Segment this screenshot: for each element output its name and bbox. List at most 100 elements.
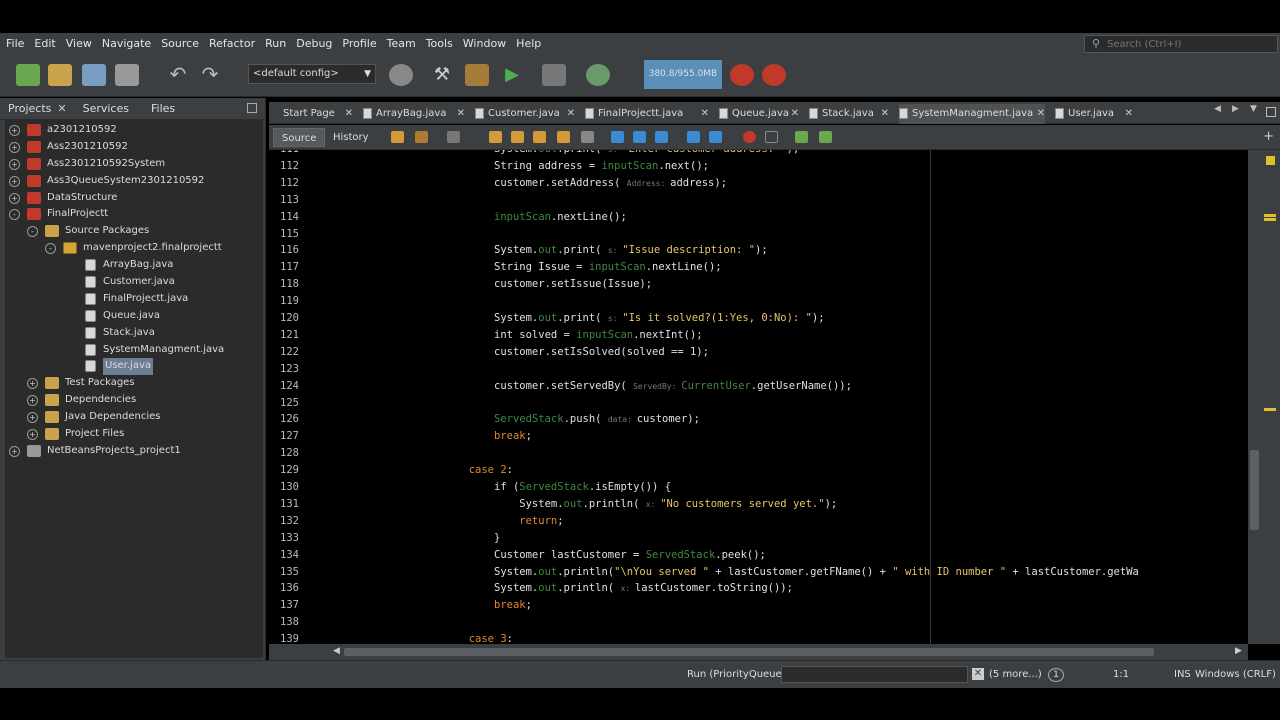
menu-window[interactable]: Window [458, 33, 511, 55]
run-status[interactable]: Run (PriorityQueue) [687, 668, 786, 682]
collapse-icon[interactable]: - [45, 243, 56, 255]
collapse-icon[interactable]: - [27, 226, 38, 238]
horizontal-scroll-thumb[interactable] [344, 648, 1154, 656]
run-icon[interactable]: ▶ [500, 64, 524, 86]
build-icon[interactable]: ⚒ [430, 64, 454, 86]
code-line[interactable]: Customer lastCustomer = ServedStack.peek… [317, 549, 766, 561]
back-icon[interactable] [391, 131, 404, 143]
maximize-icon[interactable] [1266, 107, 1276, 117]
editor-tab[interactable]: FinalProjectt.java ✕ [585, 104, 709, 124]
tree-item[interactable]: + Java Dependencies [5, 409, 263, 426]
expand-icon[interactable]: + [9, 125, 20, 136]
browser-icon[interactable] [389, 64, 413, 86]
code-line[interactable]: break; [317, 599, 532, 611]
toggle-search-icon[interactable] [581, 131, 594, 143]
chevron-right-icon[interactable]: ▶ [1232, 104, 1239, 114]
menu-source[interactable]: Source [156, 33, 204, 55]
tree-item[interactable]: + Ass3QueueSystem2301210592 [5, 173, 263, 190]
menu-view[interactable]: View [61, 33, 97, 55]
close-tab-icon[interactable]: ✕ [345, 104, 353, 124]
uncomment-icon[interactable] [819, 131, 832, 143]
close-tab-icon[interactable]: ✕ [701, 104, 709, 124]
vertical-scrollbar[interactable] [1248, 150, 1262, 644]
tree-item[interactable]: + NetBeansProjects_project1 [5, 443, 263, 460]
find-selection-icon[interactable] [533, 131, 546, 143]
tree-item[interactable]: + DataStructure [5, 190, 263, 207]
open-project-icon[interactable] [82, 64, 106, 86]
horizontal-scrollbar[interactable]: ◀ ▶ [269, 644, 1248, 660]
close-tab-icon[interactable]: ✕ [1037, 104, 1045, 124]
warning-marker[interactable] [1264, 214, 1276, 217]
search-input[interactable] [1107, 38, 1273, 50]
code-line[interactable]: } [317, 532, 500, 544]
tree-item[interactable]: - Source Packages [5, 223, 263, 240]
chevron-left-icon[interactable]: ◀ [1214, 104, 1221, 114]
undo-icon[interactable]: ↶ [166, 64, 190, 86]
tab-files[interactable]: Files [137, 98, 183, 120]
tree-item[interactable]: + Ass2301210592 [5, 139, 263, 156]
code-line[interactable]: if (ServedStack.isEmpty()) { [317, 481, 671, 493]
warning-marker[interactable] [1264, 218, 1276, 221]
more-tasks[interactable]: (5 more...) [989, 668, 1042, 682]
menu-help[interactable]: Help [511, 33, 546, 55]
code-line[interactable]: System.out.println("\nYou served " + las… [317, 566, 1139, 578]
tree-item[interactable]: ArrayBag.java [5, 257, 263, 274]
tree-item[interactable]: User.java [5, 358, 263, 376]
code-editor[interactable]: 111 112 112 113 114 115 116 117 118 119 120 121 122 1… [269, 150, 1248, 644]
code-line[interactable]: customer.setServedBy( ServedBy: CurrentU… [317, 380, 852, 392]
editor-tab[interactable]: Queue.java ✕ [719, 104, 799, 124]
code-line[interactable]: return; [317, 515, 563, 527]
menu-edit[interactable]: Edit [29, 33, 60, 55]
code-line[interactable]: customer.setIsSolved(solved == 1); [317, 346, 709, 358]
comment-icon[interactable] [795, 131, 808, 143]
toggle-bookmark-icon[interactable] [655, 131, 668, 143]
code-line[interactable]: case 3: [317, 633, 513, 644]
forward-icon[interactable] [415, 131, 428, 143]
code-line[interactable]: int solved = inputScan.nextInt(); [317, 329, 703, 341]
tree-item[interactable]: FinalProjectt.java [5, 291, 263, 308]
tree-item[interactable]: - mavenproject2.finalprojectt [5, 240, 263, 257]
menu-profile[interactable]: Profile [337, 33, 381, 55]
profile-snapshot-icon[interactable] [762, 64, 786, 86]
code-line[interactable]: System.out.print( s: "Issue description:… [317, 244, 768, 256]
menu-navigate[interactable]: Navigate [97, 33, 156, 55]
save-all-icon[interactable] [115, 64, 139, 86]
expand-icon[interactable]: + [27, 412, 38, 424]
history-tab[interactable]: History [325, 128, 377, 147]
gc-icon[interactable] [730, 64, 754, 86]
expand-icon[interactable]: + [27, 378, 38, 390]
tree-item[interactable]: + Dependencies [5, 392, 263, 409]
editor-tab[interactable]: Stack.java ✕ [809, 104, 889, 124]
stop-macro-icon[interactable] [765, 131, 778, 143]
collapse-icon[interactable]: - [9, 209, 20, 221]
previous-bookmark-icon[interactable] [611, 131, 624, 143]
editor-tab[interactable]: Start Page ✕ [273, 104, 353, 124]
code-line[interactable]: System.out.print( s: "Enter customer add… [317, 150, 799, 155]
chevron-down-icon[interactable]: ▼ [1250, 104, 1257, 114]
tree-item[interactable]: Customer.java [5, 274, 263, 291]
code-line[interactable]: System.out.println( x: lastCustomer.toSt… [317, 582, 793, 594]
menu-file[interactable]: File [0, 33, 29, 55]
code-line[interactable]: case 2: [317, 464, 513, 476]
redo-icon[interactable]: ↷ [198, 64, 222, 86]
close-icon[interactable]: ✕ [972, 668, 984, 680]
tree-item[interactable]: Stack.java [5, 325, 263, 342]
expand-icon[interactable]: + [9, 175, 20, 187]
minimize-icon[interactable] [247, 103, 257, 113]
code-line[interactable]: inputScan.nextLine(); [317, 211, 627, 223]
code-line[interactable]: ServedStack.push( data: customer); [317, 413, 700, 425]
new-file-icon[interactable] [16, 64, 40, 86]
tree-item[interactable]: - FinalProjectt [5, 206, 263, 223]
code-line[interactable]: String Issue = inputScan.nextLine(); [317, 261, 722, 273]
memory-indicator[interactable]: 380.8/955.0MB [644, 60, 722, 89]
scroll-right-icon[interactable]: ▶ [1235, 646, 1242, 656]
expand-icon[interactable]: + [9, 192, 20, 204]
menu-run[interactable]: Run [260, 33, 291, 55]
code-line[interactable]: customer.setIssue(Issue); [317, 278, 652, 290]
expand-icon[interactable]: + [27, 429, 38, 441]
expand-icon[interactable]: + [9, 141, 20, 153]
toggle-highlight-icon[interactable] [557, 131, 570, 143]
tab-navigation[interactable]: ◀ ▶ ▼ [1210, 104, 1280, 122]
tab-services[interactable]: Services [75, 98, 137, 120]
code-line[interactable]: customer.setAddress( Address: address); [317, 177, 727, 189]
